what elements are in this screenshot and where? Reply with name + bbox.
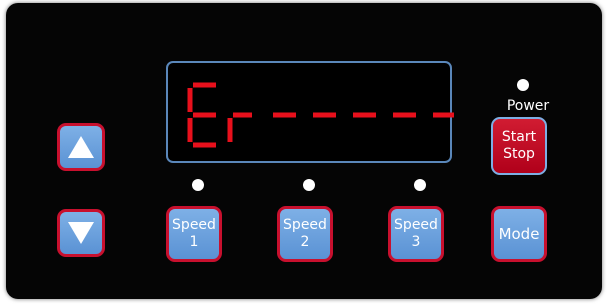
control-panel: Er----- Power Speed 1 Speed 2 Speed 3 St… [6, 3, 602, 299]
speed3-button[interactable]: Speed 3 [388, 206, 444, 262]
speed1-label: Speed [172, 217, 216, 233]
speed3-label: Speed [394, 217, 438, 233]
speed3-led [414, 179, 426, 191]
stop-label: Stop [503, 146, 535, 162]
speed1-number: 1 [189, 234, 199, 250]
down-button[interactable] [57, 209, 105, 257]
mode-label: Mode [498, 224, 540, 243]
start-label: Start [501, 129, 537, 145]
speed1-button[interactable]: Speed 1 [166, 206, 222, 262]
segment-display: Er----- [166, 61, 454, 163]
power-label: Power [506, 98, 550, 114]
start-stop-button[interactable]: Start Stop [491, 117, 547, 175]
speed2-label: Speed [283, 217, 327, 233]
power-led [517, 79, 529, 91]
up-arrow-icon [68, 136, 94, 158]
speed2-led [303, 179, 315, 191]
speed2-number: 2 [300, 234, 310, 250]
display-readout [187, 82, 454, 148]
speed1-led [192, 179, 204, 191]
up-button[interactable] [57, 123, 105, 171]
mode-button[interactable]: Mode [491, 206, 547, 262]
down-arrow-icon [68, 222, 94, 244]
speed3-number: 3 [411, 234, 421, 250]
speed2-button[interactable]: Speed 2 [277, 206, 333, 262]
